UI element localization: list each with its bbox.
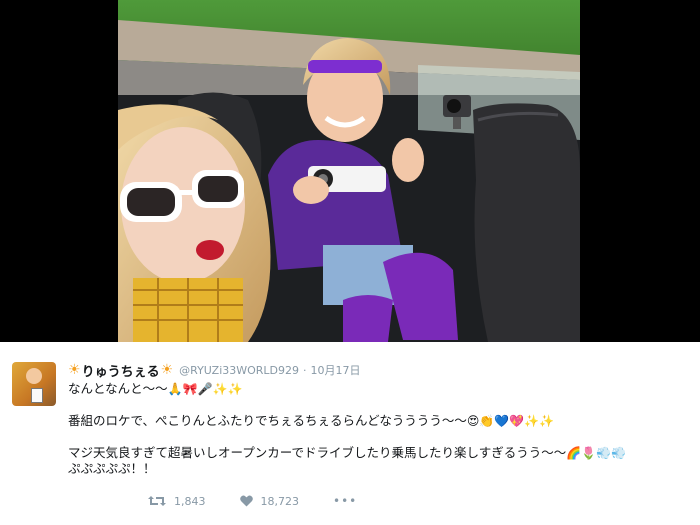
display-name[interactable]: りゅうちぇる <box>82 361 160 380</box>
heart-icon[interactable] <box>239 495 253 507</box>
retweet-icon[interactable] <box>148 495 166 507</box>
pray-emoji: 🙏 <box>167 382 183 396</box>
sun-emoji: ☀ <box>68 362 81 378</box>
sparkles-emoji: ✨ <box>212 382 228 396</box>
tweet-card: ☀ りゅうちぇる ☀ @RYUZi33WORLD929 · 10月17日 なんと… <box>0 342 700 525</box>
tulip-emoji: 🌷 <box>581 446 597 460</box>
sparkling-heart-emoji: 💖 <box>509 414 525 428</box>
rainbow-emoji: 🌈 <box>566 446 582 460</box>
tweet-text: なんとなんと〜〜 <box>68 381 168 396</box>
clap-emoji: 👏 <box>479 414 495 428</box>
tweet-header: ☀ りゅうちぇる ☀ @RYUZi33WORLD929 · 10月17日 <box>68 361 361 380</box>
sparkles-emoji: ✨ <box>524 414 540 428</box>
dash-emoji: 💨 <box>611 446 627 460</box>
tweet-text-line-1: なんとなんと〜〜🙏🎀🎤✨✨ <box>68 380 688 398</box>
tweet-text: マジ天気良すぎて超暑いしオープンカーでドライブしたり乗馬したり楽しすぎるうう〜〜 <box>68 445 567 460</box>
more-icon[interactable]: ••• <box>333 494 357 508</box>
photo-illustration <box>118 0 580 342</box>
tweet-actions: 1,843 18,723 ••• <box>148 494 357 508</box>
microphone-emoji: 🎤 <box>197 382 213 396</box>
tweet-photo[interactable] <box>0 0 700 342</box>
avatar-card <box>31 388 43 403</box>
tweet-text-line-4: ぷぷぷぷぷ！！ <box>68 460 688 478</box>
retweet-count: 1,843 <box>174 494 206 508</box>
tweet-text: ぷぷぷぷぷ！！ <box>68 461 156 476</box>
like-count: 18,723 <box>260 494 300 508</box>
avatar[interactable] <box>12 362 56 406</box>
tweet-text: 番組のロケで、ぺこりんとふたりでちぇるちぇるらんどなうううう〜〜 <box>68 413 467 428</box>
sparkles-emoji: ✨ <box>539 414 555 428</box>
sun-emoji: ☀ <box>160 362 174 378</box>
heart-icon <box>239 495 253 507</box>
ribbon-emoji: 🎀 <box>182 382 198 396</box>
dash-emoji: 💨 <box>596 446 612 460</box>
avatar-face <box>26 368 42 384</box>
blue-heart-emoji: 💙 <box>494 414 510 428</box>
tweet-timestamp[interactable]: 10月17日 <box>311 362 361 378</box>
retweet-icon <box>148 496 166 506</box>
sparkles-emoji: ✨ <box>227 382 243 396</box>
convertible-selfie-photo <box>118 0 580 342</box>
tweet-text-line-2: 番組のロケで、ぺこりんとふたりでちぇるちぇるらんどなうううう〜〜😍👏💙💖✨✨ <box>68 412 688 430</box>
heart-eyes-emoji: 😍 <box>466 414 480 428</box>
user-handle[interactable]: @RYUZi33WORLD929 <box>179 364 299 377</box>
separator-dot: · <box>303 363 307 377</box>
